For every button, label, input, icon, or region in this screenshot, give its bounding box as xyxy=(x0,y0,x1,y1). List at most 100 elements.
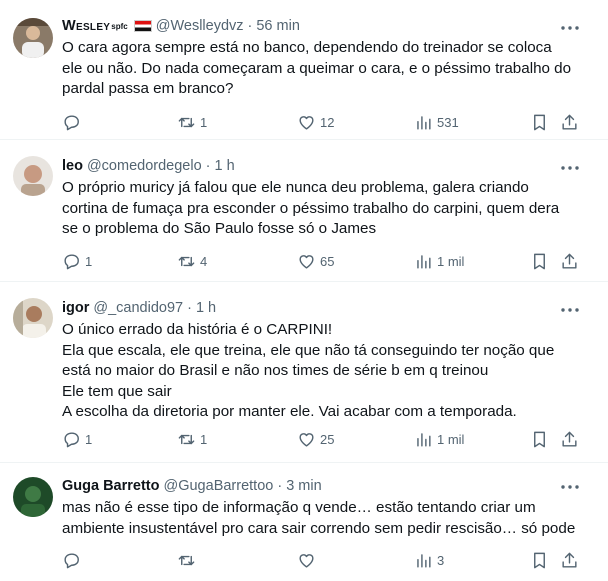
views-chart-icon xyxy=(417,116,431,130)
author-name[interactable]: leo xyxy=(62,158,83,174)
author-handle[interactable]: @comedordegelo xyxy=(87,158,202,174)
timestamp[interactable]: 3 min xyxy=(286,478,321,494)
action-bar: 1 1 25 1 mil xyxy=(62,430,582,450)
bookmark-icon xyxy=(534,253,545,270)
retweet-icon xyxy=(178,555,195,566)
share-icon xyxy=(562,114,577,130)
reply-button[interactable] xyxy=(62,551,85,570)
timestamp[interactable]: 1 h xyxy=(196,300,216,316)
bookmark-button[interactable] xyxy=(530,252,549,271)
heart-icon xyxy=(299,554,314,568)
tweet-line: cortina de fumaça pra esconder o péssimo… xyxy=(62,199,560,217)
retweet-button[interactable] xyxy=(177,551,200,570)
more-options-icon[interactable] xyxy=(560,158,580,178)
heart-icon xyxy=(299,255,314,269)
views-count: 531 xyxy=(437,115,459,130)
tweet-line: se o problema do São Paulo fosse só o Ja… xyxy=(62,220,377,237)
share-icon xyxy=(562,253,577,269)
timestamp[interactable]: 56 min xyxy=(256,18,300,34)
tweet-line: ambiente insustentável pro cara sair cor… xyxy=(62,519,576,537)
retweet-button[interactable]: 1 xyxy=(177,430,207,449)
tweet-line: Ele tem que sair xyxy=(62,382,172,400)
separator: · xyxy=(205,158,211,174)
tweet[interactable]: Guga Barretto @GugaBarrettoo · 3 min mas… xyxy=(0,463,608,581)
tweet-text: mas não é esse tipo de informação q vend… xyxy=(62,498,578,539)
timestamp[interactable]: 1 h xyxy=(214,158,234,174)
views-chart-icon xyxy=(417,433,431,447)
action-bar: 3 xyxy=(62,551,582,571)
share-icon xyxy=(562,431,577,447)
bookmark-icon xyxy=(534,431,545,448)
retweet-button[interactable]: 4 xyxy=(177,252,207,271)
retweet-count: 1 xyxy=(200,115,208,130)
tweet[interactable]: leo @comedordegelo · 1 h O próprio muric… xyxy=(0,140,608,282)
tweet-line: O cara agora sempre está no banco, depen… xyxy=(62,39,552,56)
tweet-line: O próprio muricy já falou que ele nunca … xyxy=(62,179,529,196)
bookmark-button[interactable] xyxy=(530,551,549,570)
tweet[interactable]: igor @_candido97 · 1 h O único errado da… xyxy=(0,282,608,463)
tweet-line: A escolha da diretoria por manter ele. V… xyxy=(62,403,517,420)
more-options-icon[interactable] xyxy=(560,477,580,497)
avatar[interactable] xyxy=(13,18,53,58)
tweet-line: está no maior do Brasil e não nos times … xyxy=(62,362,489,379)
share-button[interactable] xyxy=(560,252,579,271)
author-name-suffix: spfc xyxy=(111,21,128,31)
views-button[interactable]: 531 xyxy=(414,113,459,132)
bookmark-icon xyxy=(534,552,545,569)
reply-count: 1 xyxy=(85,254,93,269)
reply-icon xyxy=(64,432,79,448)
like-count: 12 xyxy=(320,115,335,130)
like-button[interactable] xyxy=(297,551,320,570)
bookmark-button[interactable] xyxy=(530,430,549,449)
retweet-button[interactable]: 1 xyxy=(177,113,207,132)
tweet-text: O único errado da história é o CARPINI! … xyxy=(62,320,578,423)
views-count: 3 xyxy=(437,553,445,568)
share-button[interactable] xyxy=(560,430,579,449)
views-button[interactable]: 1 mil xyxy=(414,252,464,271)
retweet-count: 4 xyxy=(200,254,208,269)
avatar[interactable] xyxy=(13,477,53,517)
heart-icon xyxy=(299,433,314,447)
tweet-line: pardal passa em branco? xyxy=(62,80,234,97)
separator: · xyxy=(187,300,192,316)
tweet-line: Ela que escala, ele que treina, ele que … xyxy=(62,341,555,359)
author-handle[interactable]: @Weslleydvz xyxy=(156,18,244,34)
separator: · xyxy=(277,478,283,494)
share-button[interactable] xyxy=(560,113,579,132)
avatar[interactable] xyxy=(13,298,53,338)
views-button[interactable]: 1 mil xyxy=(414,430,464,449)
more-options-icon[interactable] xyxy=(560,300,580,320)
tweet-line: ele ou não. Do nada começaram a queimar … xyxy=(62,59,572,77)
like-button[interactable]: 25 xyxy=(297,430,334,449)
reply-icon xyxy=(64,553,79,569)
share-button[interactable] xyxy=(560,551,579,570)
views-button[interactable]: 3 xyxy=(414,551,444,570)
author-name[interactable]: Guga Barretto xyxy=(62,478,160,494)
reply-icon xyxy=(64,115,79,131)
bookmark-button[interactable] xyxy=(530,113,549,132)
retweet-icon xyxy=(178,434,195,445)
heart-icon xyxy=(299,116,314,130)
reply-count: 1 xyxy=(85,432,93,447)
reply-button[interactable] xyxy=(62,113,85,132)
reply-button[interactable]: 1 xyxy=(62,430,92,449)
tweet[interactable]: Wesley spfc @Weslleydvz · 56 min O cara … xyxy=(0,0,608,140)
flag-icon xyxy=(133,20,152,32)
separator: · xyxy=(247,18,253,34)
like-count: 25 xyxy=(320,432,335,447)
tweet-text: O próprio muricy já falou que ele nunca … xyxy=(62,178,578,240)
share-icon xyxy=(562,552,577,568)
author-handle[interactable]: @GugaBarrettoo xyxy=(164,478,274,494)
like-button[interactable]: 12 xyxy=(297,113,334,132)
bookmark-icon xyxy=(534,114,545,131)
like-button[interactable]: 65 xyxy=(297,252,334,271)
views-count: 1 mil xyxy=(437,432,465,447)
reply-button[interactable]: 1 xyxy=(62,252,92,271)
action-bar: 1 4 65 1 mil xyxy=(62,252,582,272)
more-options-icon[interactable] xyxy=(560,18,580,38)
author-handle[interactable]: @_candido97 xyxy=(93,300,183,316)
author-name[interactable]: igor xyxy=(62,300,89,316)
tweet-line: mas não é esse tipo de informação q vend… xyxy=(62,499,536,516)
avatar[interactable] xyxy=(13,156,53,196)
author-name[interactable]: Wesley xyxy=(62,18,110,34)
